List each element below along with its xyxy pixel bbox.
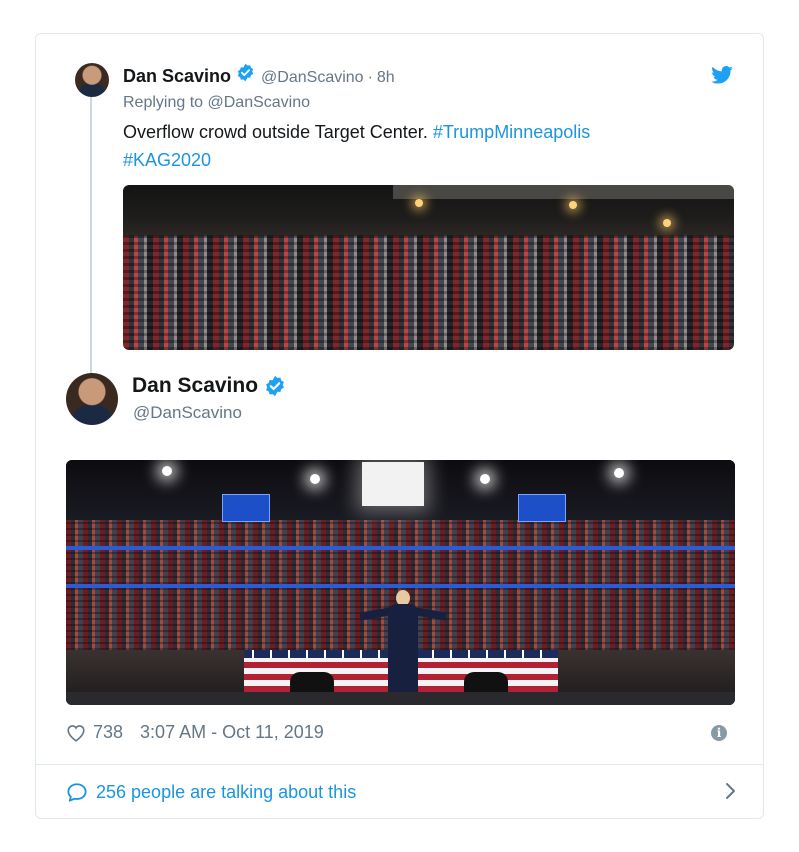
conversation-link-text: 256 people are talking about this (96, 781, 357, 802)
reply-tweet-text: Overflow crowd outside Target Center. #T… (123, 118, 723, 174)
info-icon[interactable]: i (711, 725, 727, 741)
photo-crowd-shading (123, 235, 734, 350)
conversation-link[interactable]: 256 people are talking about this (66, 778, 736, 806)
photo-street-light (415, 199, 423, 207)
reply-author-name[interactable]: Dan Scavino (123, 66, 231, 87)
photo-spotlight (480, 474, 490, 484)
footer-divider (36, 764, 763, 765)
overflow-crowd-photo[interactable] (123, 185, 734, 350)
photo-speaker-body (388, 604, 418, 694)
like-count[interactable]: 738 (93, 722, 123, 743)
photo-front-rail (66, 692, 735, 705)
photo-led-ribbon (66, 584, 735, 588)
heart-icon[interactable] (66, 724, 86, 742)
photo-speaker-figure (359, 590, 447, 694)
replying-to-line: Replying to @DanScavino (123, 94, 310, 112)
author-name-row: Dan Scavino (132, 374, 286, 398)
photo-center-screen (362, 462, 424, 506)
author-name[interactable]: Dan Scavino (132, 374, 258, 398)
reply-timestamp[interactable]: 8h (377, 69, 395, 87)
reply-author-avatar[interactable] (75, 63, 109, 97)
arena-rally-photo[interactable] (66, 460, 735, 705)
photo-spotlight (162, 466, 172, 476)
photo-bridge-structure (393, 185, 734, 199)
photo-jumbotron (222, 494, 270, 522)
replying-to-label: Replying to (123, 94, 204, 111)
reply-tweet-header: Dan Scavino @DanScavino · 8h (123, 63, 395, 87)
photo-street-light (663, 219, 671, 227)
author-handle[interactable]: @DanScavino (133, 403, 242, 423)
photo-led-ribbon (66, 546, 735, 550)
thread-connector-line (90, 96, 92, 404)
photo-spotlight (614, 468, 624, 478)
tweet-embed-card: Dan Scavino @DanScavino · 8h Replying to… (35, 33, 764, 819)
photo-stage-monitor (290, 672, 334, 694)
photo-spotlight (310, 474, 320, 484)
photo-street-light (569, 201, 577, 209)
author-avatar[interactable] (66, 373, 118, 425)
photo-stage-monitor (464, 672, 508, 694)
verified-badge-icon (237, 63, 254, 82)
replying-to-handle[interactable]: @DanScavino (208, 94, 311, 111)
hashtag-link[interactable]: #KAG2020 (123, 150, 211, 170)
tweet-meta-row: 738 3:07 AM - Oct 11, 2019 (66, 722, 324, 743)
tweet-timestamp[interactable]: 3:07 AM - Oct 11, 2019 (140, 722, 324, 743)
speech-bubble-icon (67, 783, 87, 802)
hashtag-link[interactable]: #TrumpMinneapolis (433, 122, 590, 142)
reply-author-handle[interactable]: @DanScavino (261, 69, 364, 87)
chevron-right-icon (726, 783, 735, 799)
twitter-bird-icon[interactable] (711, 66, 733, 84)
verified-badge-icon (266, 375, 284, 397)
photo-jumbotron (518, 494, 566, 522)
separator-dot: · (367, 69, 373, 86)
reply-text-body: Overflow crowd outside Target Center. (123, 122, 428, 142)
